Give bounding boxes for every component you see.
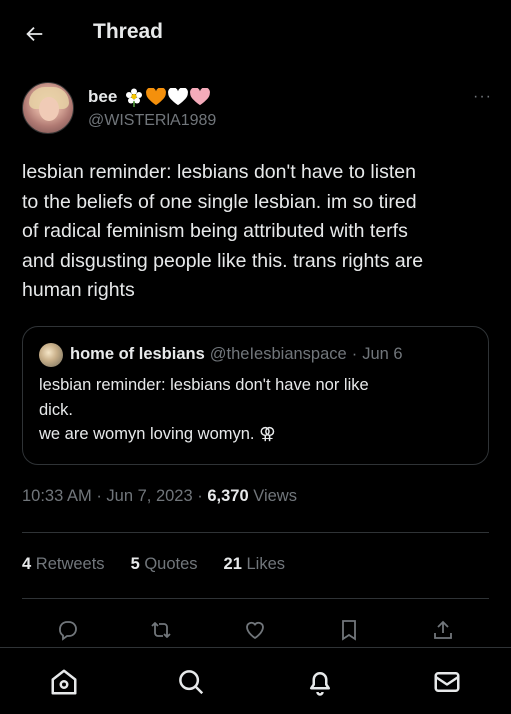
tweet-time[interactable]: 10:33 AM xyxy=(22,487,92,505)
like-button[interactable] xyxy=(237,612,273,648)
quote-text: lesbian reminder: lesbians don't have no… xyxy=(39,376,369,443)
messages-icon xyxy=(434,672,460,692)
quote-avatar xyxy=(39,343,63,367)
flower-icon xyxy=(126,88,143,107)
top-bar: Thread xyxy=(0,0,511,66)
bookmark-icon xyxy=(342,620,356,641)
likes-count: 21 xyxy=(223,555,242,573)
page-title: Thread xyxy=(93,20,164,43)
nav-messages[interactable] xyxy=(431,666,463,698)
quote-separator: · xyxy=(351,345,358,363)
nav-search[interactable] xyxy=(175,666,207,698)
likes-stat[interactable]: 21 Likes xyxy=(224,555,285,574)
tweet-date[interactable]: Jun 7, 2023 xyxy=(106,487,192,505)
nav-home[interactable] xyxy=(48,666,80,698)
like-icon xyxy=(246,621,264,640)
search-icon xyxy=(179,670,204,695)
meta-separator: · xyxy=(96,487,102,505)
back-arrow-icon xyxy=(26,26,43,42)
share-icon xyxy=(434,620,452,639)
divider xyxy=(22,532,489,533)
home-icon xyxy=(51,669,77,695)
author-display-name[interactable]: bee xyxy=(88,87,211,107)
quotes-count: 5 xyxy=(130,555,140,573)
quoted-tweet[interactable]: home of lesbians @theIesbianspace · Jun … xyxy=(22,326,489,465)
back-button[interactable] xyxy=(20,20,48,48)
quote-author-handle: @theIesbianspace xyxy=(209,345,347,363)
tweet-actions xyxy=(0,612,511,648)
nav-notifications[interactable] xyxy=(304,666,336,698)
retweet-button[interactable] xyxy=(143,612,179,648)
retweets-count: 4 xyxy=(22,555,32,573)
quotes-stat[interactable]: 5 Quotes xyxy=(131,555,198,574)
tweet-meta: 10:33 AM · Jun 7, 2023 · 6,370 Views xyxy=(22,487,297,506)
reply-button[interactable] xyxy=(50,612,86,648)
tweet-author: bee @WISTERlA1989 ··· xyxy=(22,82,492,138)
more-options-button[interactable]: ··· xyxy=(473,88,492,106)
author-name-text: bee xyxy=(88,87,118,106)
retweets-label: Retweets xyxy=(35,555,105,573)
name-emojis xyxy=(124,87,211,107)
author-username[interactable]: @WISTERlA1989 xyxy=(88,112,216,130)
engagement-stats: 4 Retweets 5 Quotes 21 Likes xyxy=(22,555,285,574)
quote-date: Jun 6 xyxy=(362,345,403,363)
bookmark-button[interactable] xyxy=(331,612,367,648)
divider xyxy=(22,598,489,599)
meta-separator: · xyxy=(197,487,203,505)
quote-author-name: home of lesbians xyxy=(70,345,205,363)
reply-icon xyxy=(59,621,77,641)
share-button[interactable] xyxy=(425,612,461,648)
orange-heart-icon xyxy=(146,88,167,106)
views-label: Views xyxy=(253,487,297,505)
white-heart-icon xyxy=(168,88,189,106)
tweet-text: lesbian reminder: lesbians don't have to… xyxy=(22,161,424,301)
bottom-nav xyxy=(0,647,511,714)
pink-heart-icon xyxy=(190,88,211,106)
views-count: 6,370 xyxy=(207,487,249,505)
quote-header: home of lesbians @theIesbianspace · Jun … xyxy=(70,345,403,364)
notifications-icon xyxy=(310,672,330,696)
avatar[interactable] xyxy=(22,82,74,134)
retweets-stat[interactable]: 4 Retweets xyxy=(22,555,105,574)
quotes-label: Quotes xyxy=(144,555,198,573)
likes-label: Likes xyxy=(246,555,286,573)
retweet-icon xyxy=(151,622,171,638)
